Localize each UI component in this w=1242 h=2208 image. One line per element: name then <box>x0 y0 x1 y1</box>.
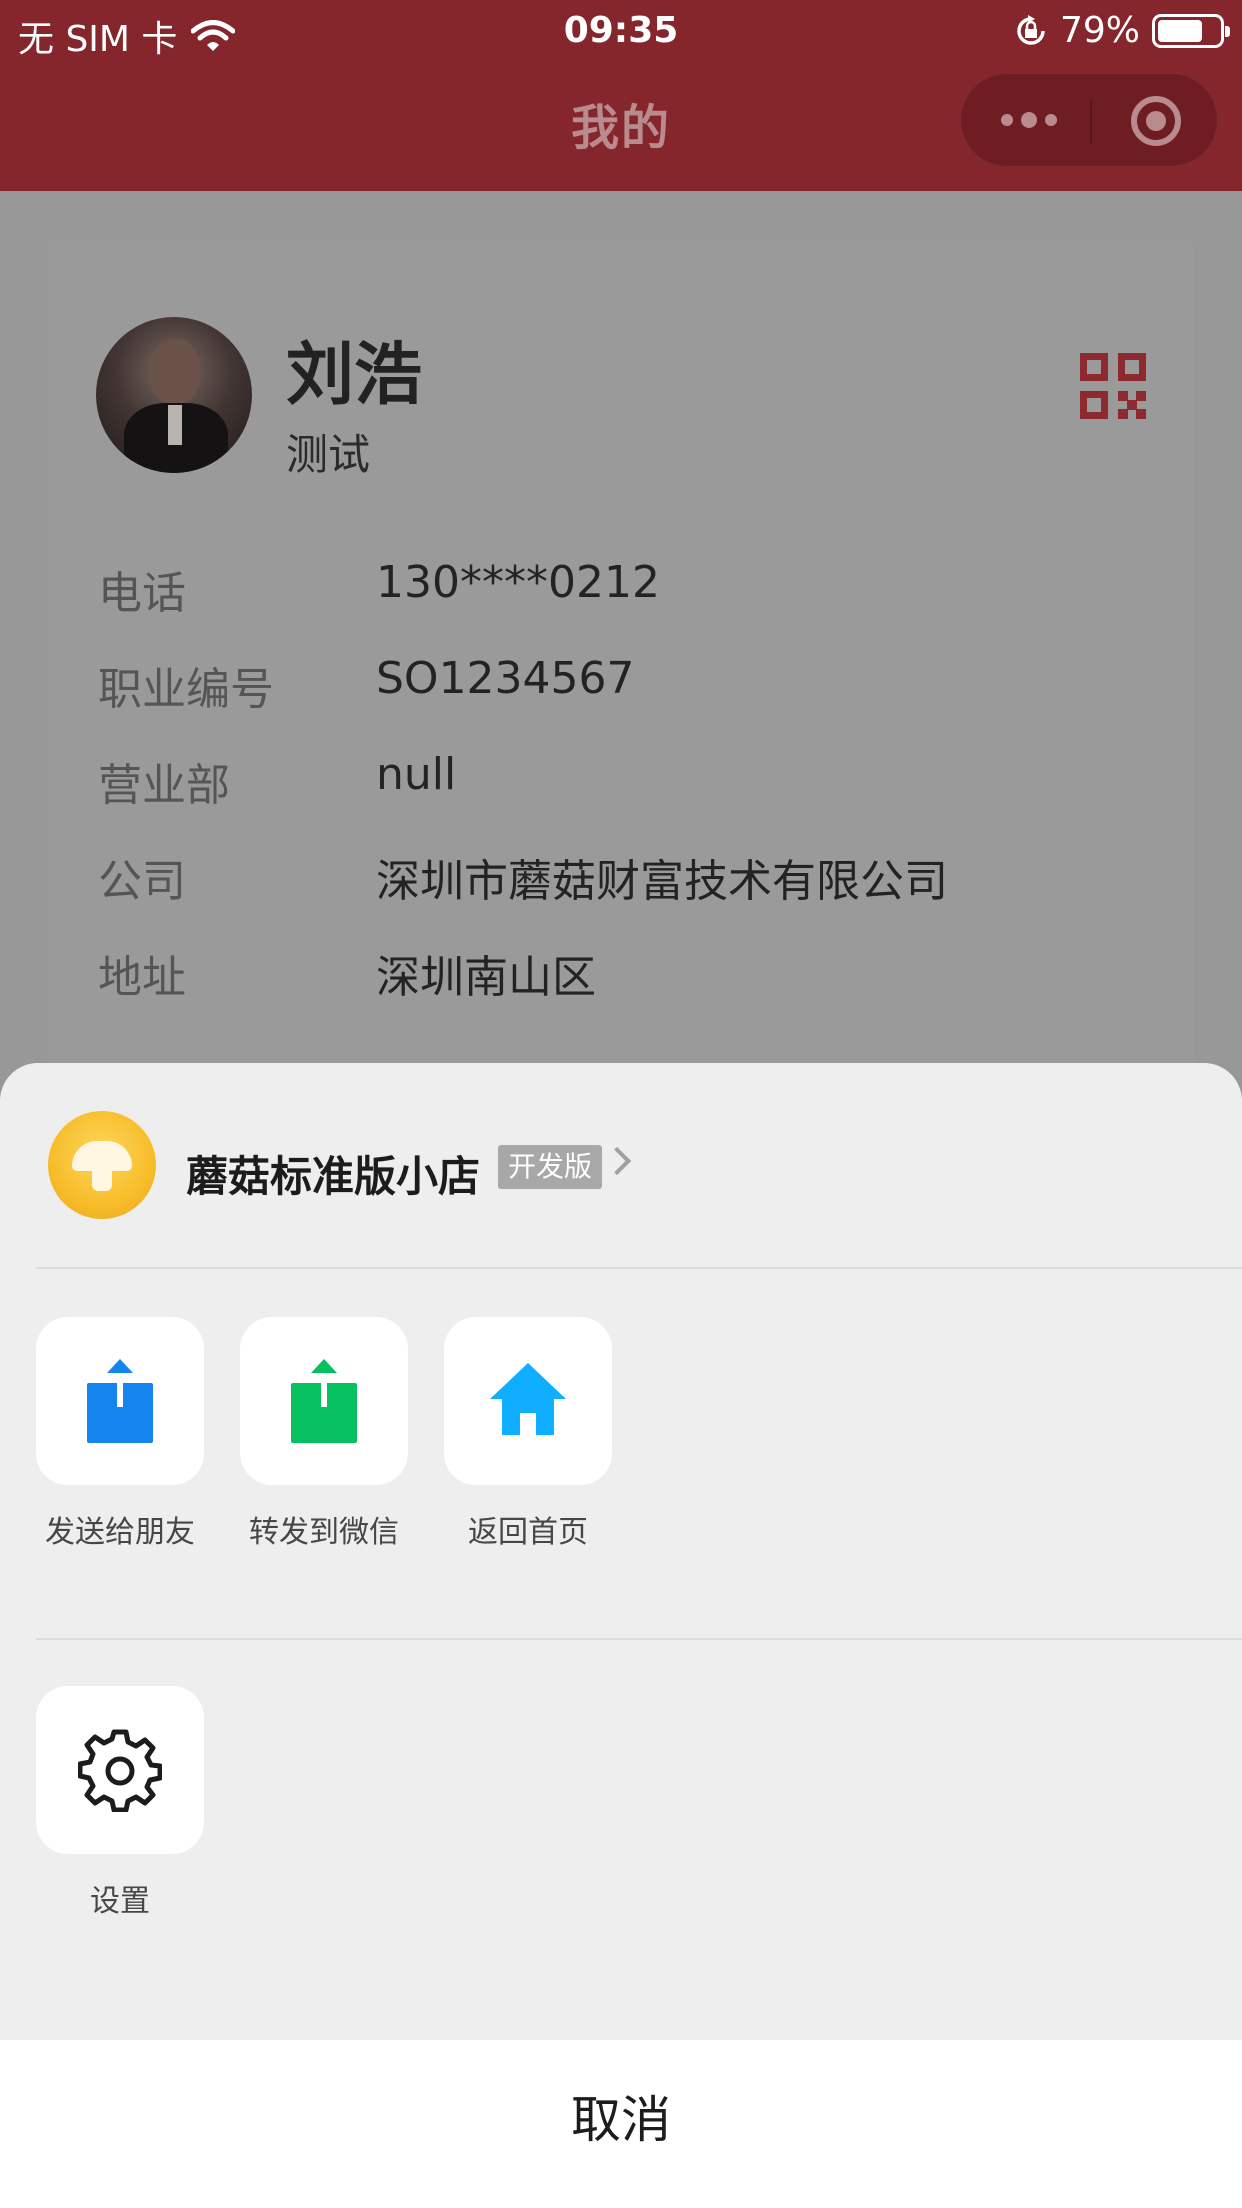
phone-value: 130****0212 <box>376 557 660 608</box>
send-to-friend-button[interactable]: 发送给朋友 <box>36 1317 204 1551</box>
qr-code-icon[interactable] <box>1080 353 1146 419</box>
profile-card: 刘浩 测试 电话 130****0212 职业编号 SO1234567 营业部 … <box>48 241 1194 1101</box>
job-number-value: SO1234567 <box>376 653 635 704</box>
gear-icon <box>78 1729 162 1812</box>
settings-button[interactable]: 设置 <box>36 1686 204 1920</box>
phone-label: 电话 <box>98 568 186 619</box>
share-wechat-icon <box>291 1359 357 1443</box>
department-label: 营业部 <box>98 760 230 811</box>
send-to-friend-label: 发送给朋友 <box>45 1515 195 1550</box>
home-icon <box>490 1363 566 1435</box>
battery-percent: 79% <box>1059 10 1140 51</box>
divider <box>36 1638 1242 1640</box>
address-label: 地址 <box>98 952 186 1003</box>
top-bar: 无 SIM 卡 09:35 79% 我的 <box>0 0 1242 191</box>
status-bar: 无 SIM 卡 09:35 79% <box>0 0 1242 62</box>
back-to-home-label: 返回首页 <box>468 1515 588 1550</box>
company-value: 深圳市蘑菇财富技术有限公司 <box>376 856 948 907</box>
menu-capsule <box>960 73 1218 167</box>
chevron-right-icon <box>602 1146 632 1176</box>
dev-version-badge: 开发版 <box>498 1145 603 1189</box>
address-value: 深圳南山区 <box>376 952 596 1003</box>
back-to-home-tile[interactable] <box>444 1317 612 1485</box>
back-to-home-button[interactable]: 返回首页 <box>444 1317 612 1551</box>
cancel-button[interactable]: 取消 <box>0 2040 1242 2208</box>
job-number-label: 职业编号 <box>98 664 274 715</box>
divider <box>36 1267 1242 1269</box>
mini-program-info[interactable]: 蘑菇标准版小店 开发版 <box>0 1063 1242 1267</box>
profile-subtitle: 测试 <box>286 430 371 479</box>
mushroom-logo-icon <box>48 1111 156 1219</box>
more-options-button[interactable] <box>1001 112 1057 128</box>
department-value: null <box>376 749 457 800</box>
forward-to-wechat-button[interactable]: 转发到微信 <box>240 1317 408 1551</box>
profile-name: 刘浩 <box>286 336 423 415</box>
settings-tile[interactable] <box>36 1686 204 1854</box>
mini-program-name: 蘑菇标准版小店 <box>186 1152 481 1201</box>
settings-label: 设置 <box>90 1884 150 1919</box>
forward-to-wechat-label: 转发到微信 <box>249 1515 399 1550</box>
action-sheet: 蘑菇标准版小店 开发版 发送给朋友 转发到微信 返回首页 设置 <box>0 1063 1242 2208</box>
close-miniprogram-button[interactable] <box>1131 96 1181 146</box>
capsule-divider <box>1090 98 1092 144</box>
forward-to-wechat-tile[interactable] <box>240 1317 408 1485</box>
battery-icon <box>1152 13 1230 48</box>
avatar <box>96 317 252 473</box>
send-to-friend-tile[interactable] <box>36 1317 204 1485</box>
share-friend-icon <box>87 1359 153 1443</box>
status-right: 79% <box>1014 10 1230 51</box>
rotation-lock-icon <box>1017 14 1045 45</box>
company-label: 公司 <box>98 856 186 907</box>
